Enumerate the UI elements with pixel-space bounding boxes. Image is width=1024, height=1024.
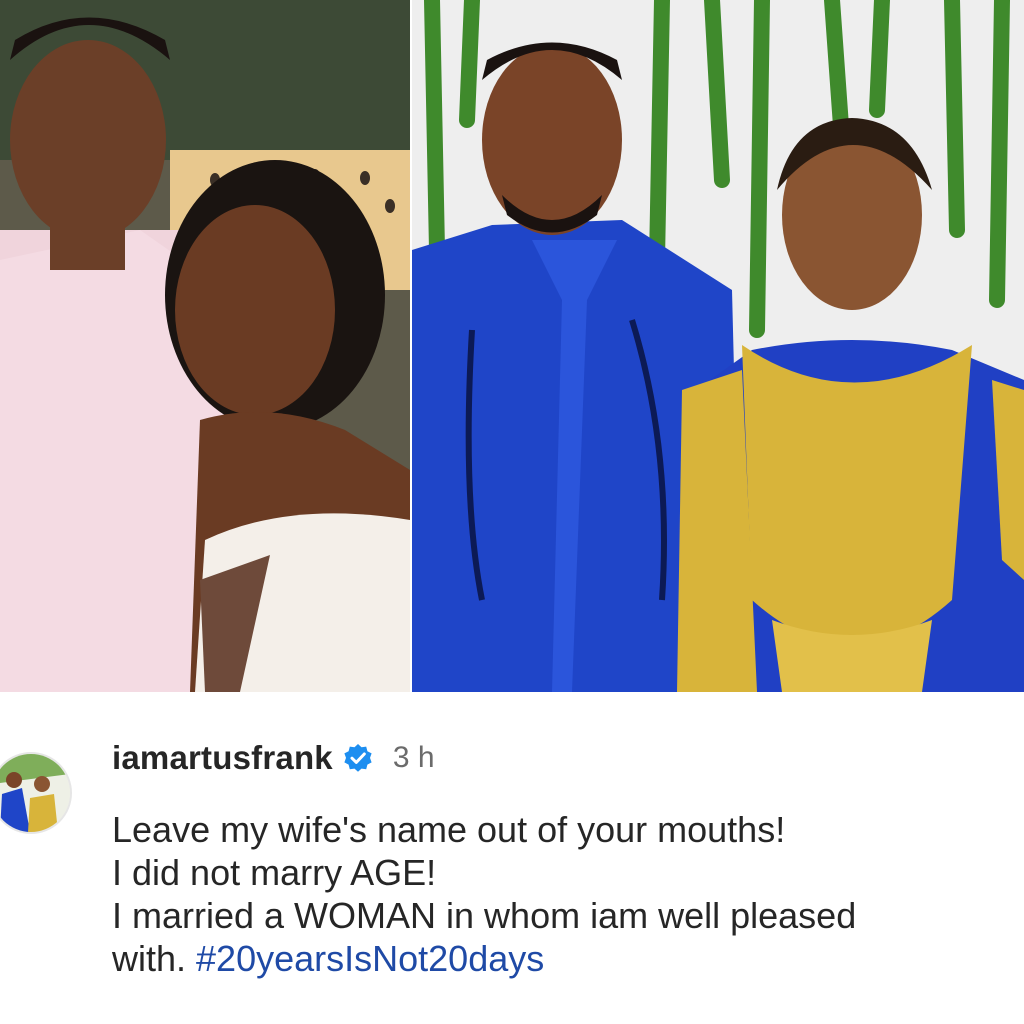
caption-line: I married a WOMAN in whom iam well pleas… — [112, 895, 857, 936]
photo-then — [0, 0, 410, 692]
photo-now-image — [412, 0, 1024, 692]
caption-line: I did not marry AGE! — [112, 852, 437, 893]
caption: Leave my wife's name out of your mouths!… — [112, 808, 1012, 980]
post-photo-collage — [0, 0, 1024, 692]
caption-last-prefix: with. — [112, 938, 197, 979]
hashtag-link[interactable]: #20yearsIsNot20days — [196, 938, 544, 979]
avatar[interactable] — [0, 752, 72, 834]
timestamp: 3 h — [392, 741, 435, 774]
avatar-image — [0, 754, 70, 832]
photo-now — [412, 0, 1024, 692]
comment-header: iamartusfrank 3 h — [112, 736, 435, 780]
caption-last-line: with. #20yearsIsNot20days — [112, 937, 1012, 980]
verified-badge-icon — [343, 743, 373, 773]
username[interactable]: iamartusfrank — [112, 739, 333, 777]
caption-line: Leave my wife's name out of your mouths! — [112, 809, 786, 850]
photo-then-image — [0, 0, 410, 692]
comment-section: iamartusfrank 3 h Leave my wife's name o… — [0, 692, 1024, 1024]
